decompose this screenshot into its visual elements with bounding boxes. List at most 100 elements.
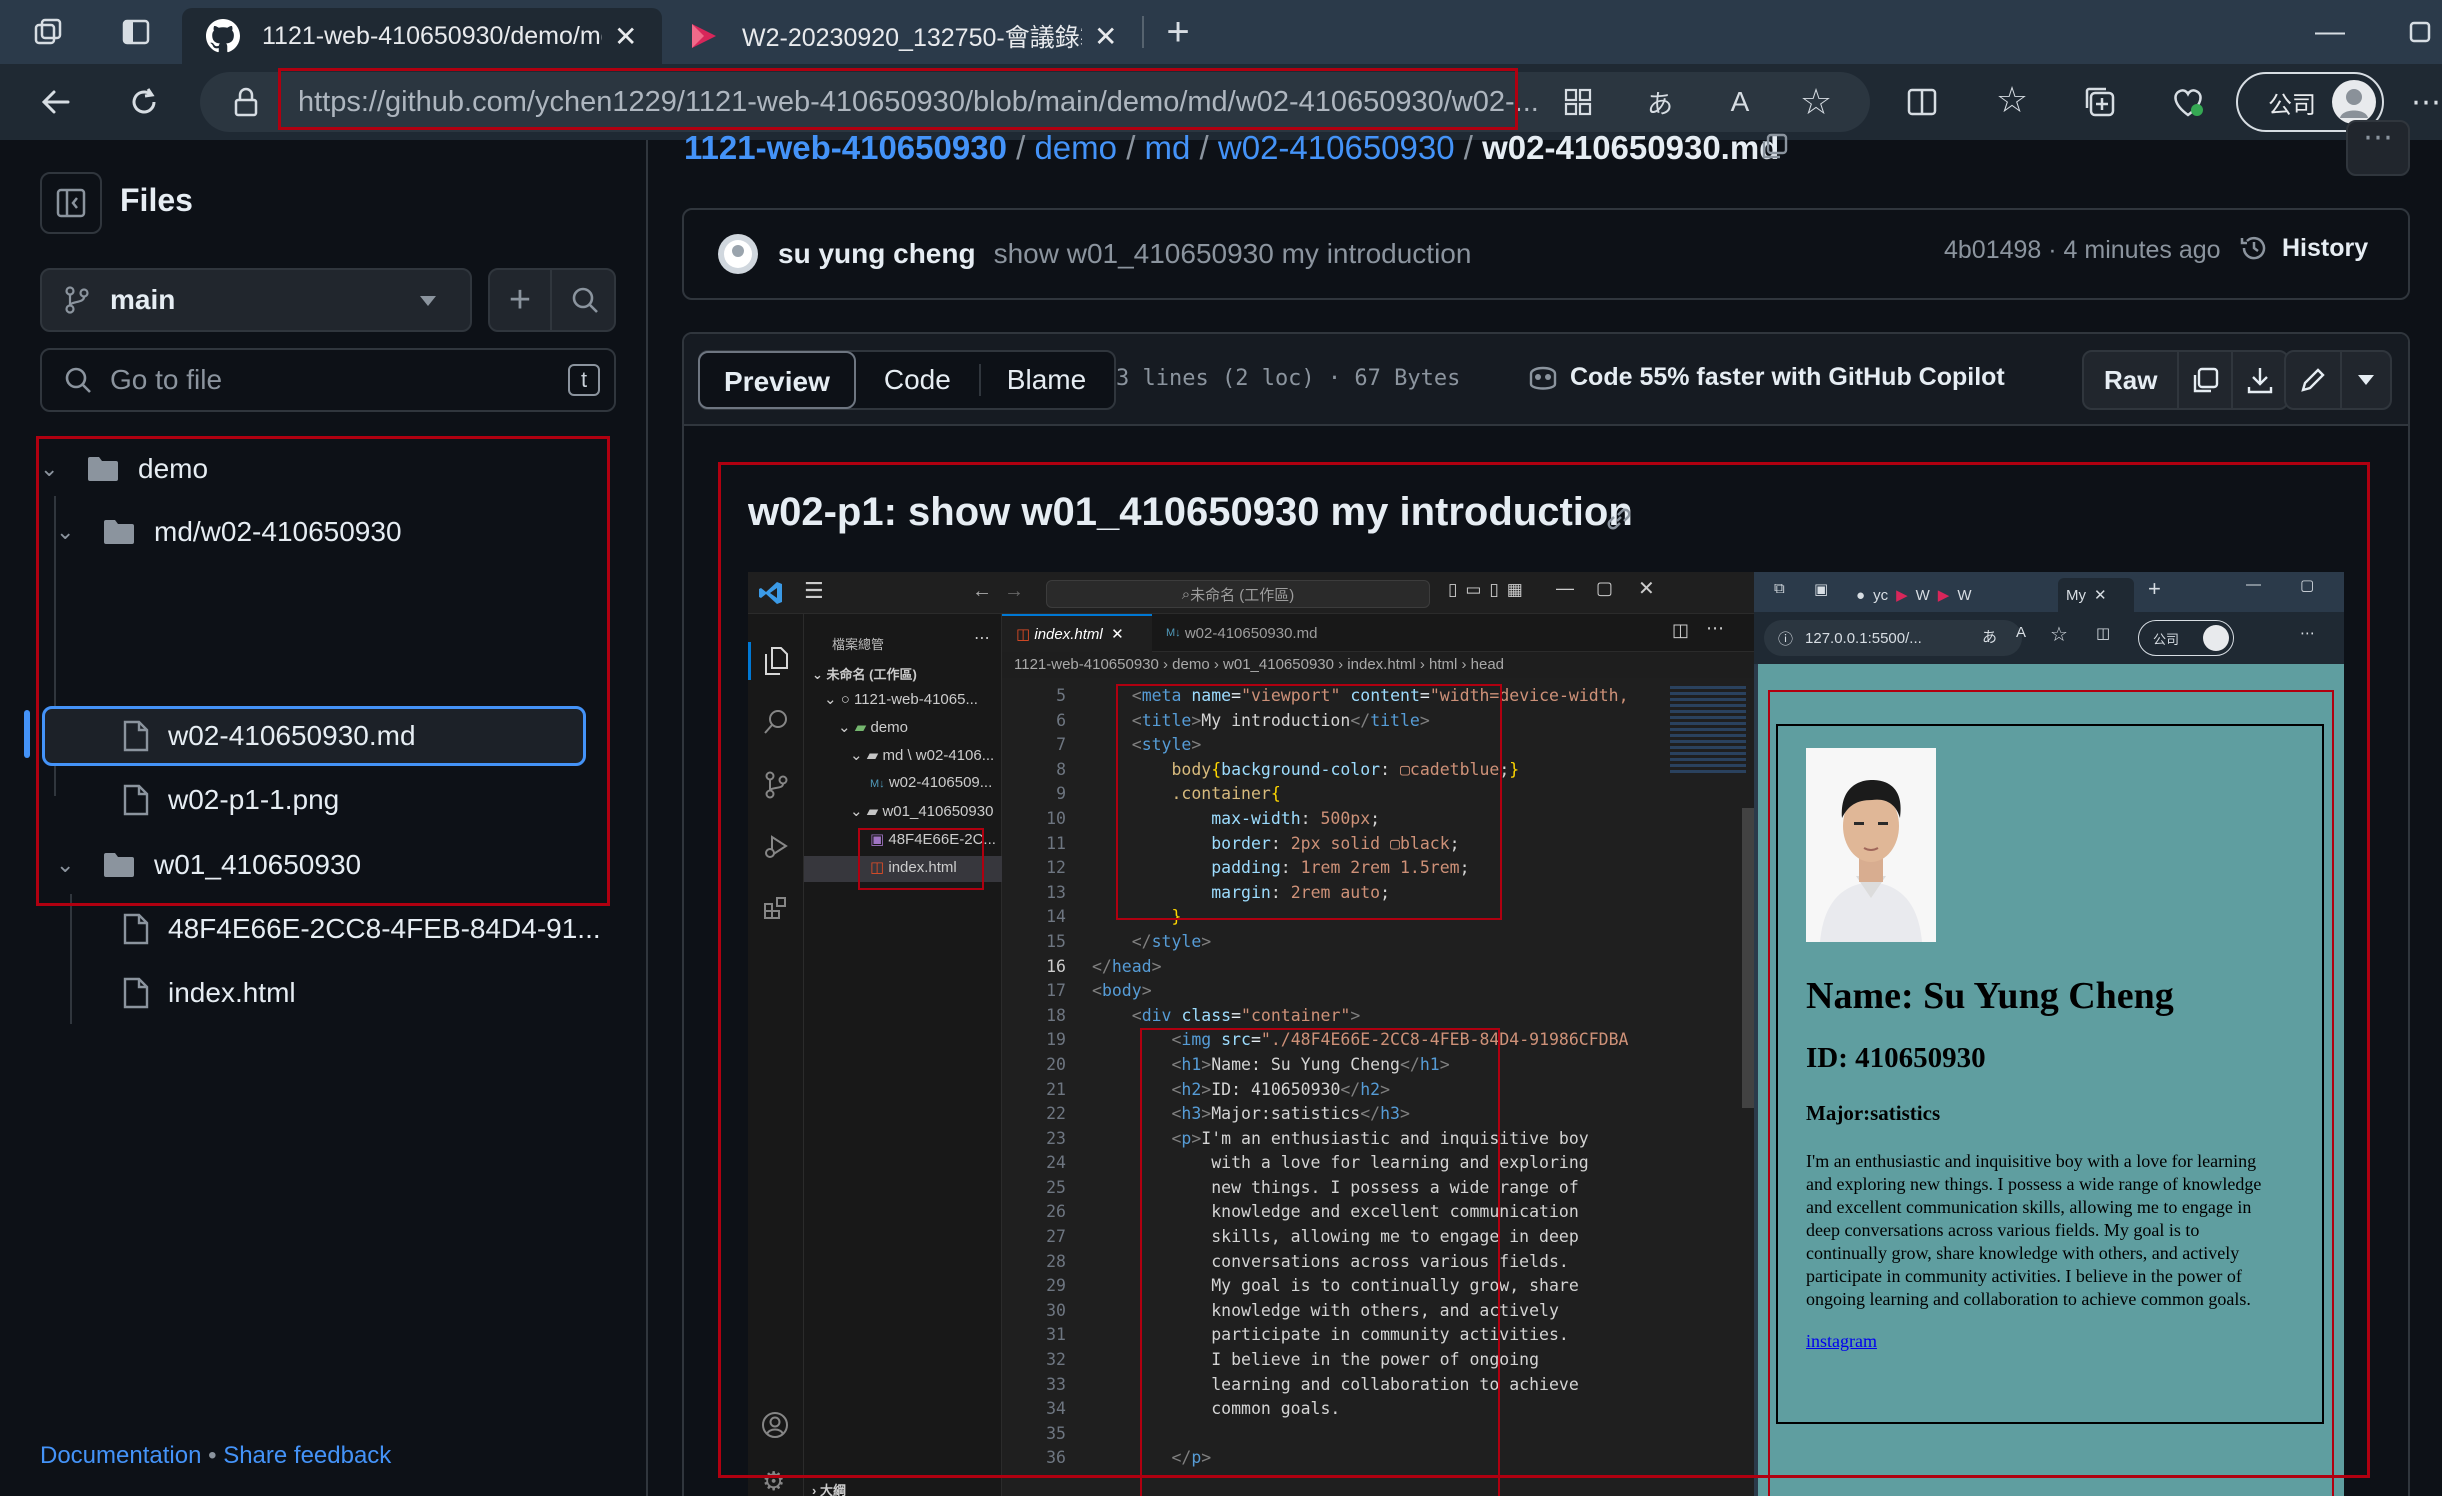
outline-section[interactable]: › 大綱 <box>812 1480 846 1496</box>
tab-actions-icon[interactable]: ▣ <box>1814 580 1828 598</box>
commit-message[interactable]: show w01_410650930 my introduction <box>994 238 1472 270</box>
code-line[interactable]: 32 I believe in the power of ongoing <box>1002 1348 1662 1373</box>
code-line[interactable]: 35 <box>1002 1422 1662 1447</box>
vs-tree-row[interactable]: M↓ w02-4106509... <box>870 774 992 791</box>
hamburger-menu-icon[interactable]: ☰ <box>804 578 824 604</box>
code-line[interactable]: 22 <h3>Major:satistics</h3> <box>1002 1102 1662 1127</box>
code-line[interactable]: 33 learning and collaboration to achieve <box>1002 1373 1662 1398</box>
copy-path-icon[interactable] <box>1756 128 1792 164</box>
minimize-icon[interactable]: — <box>1556 578 1574 599</box>
editor-more-icon[interactable]: ⋯ <box>1706 618 1724 639</box>
url-text[interactable]: https://github.com/ychen1229/1121-web-41… <box>298 82 1728 122</box>
search-icon[interactable] <box>762 708 790 736</box>
commit-author[interactable]: su yung cheng <box>778 238 976 270</box>
tree-item-image-file[interactable]: 48F4E66E-2CC8-4FEB-84D4-91... <box>122 901 601 957</box>
tree-item-md-folder[interactable]: ⌄ md/w02-410650930 <box>56 504 402 560</box>
code-line[interactable]: 25 new things. I possess a wide range of <box>1002 1176 1662 1201</box>
more-menu-icon[interactable]: ⋯ <box>2300 624 2315 642</box>
vs-tree-row[interactable]: ⌄ ▰ w01_410650930 <box>850 802 993 820</box>
breadcrumb-folder[interactable]: w02-410650930 <box>1218 129 1455 166</box>
code-line[interactable]: 8 body{background-color: ▢cadetblue;} <box>1002 758 1662 783</box>
editor-breadcrumb[interactable]: 1121-web-410650930 › demo › w01_41065093… <box>1014 656 1504 673</box>
code-line[interactable]: 12 padding: 1rem 2rem 1.5rem; <box>1002 856 1662 881</box>
code-editor[interactable]: 5 <meta name="viewport" content="width=d… <box>1002 678 1662 1496</box>
code-line[interactable]: 7 <style> <box>1002 733 1662 758</box>
code-line[interactable]: 6 <title>My introduction</title> <box>1002 709 1662 734</box>
run-debug-icon[interactable] <box>762 832 790 860</box>
back-icon[interactable] <box>34 80 78 124</box>
new-tab-icon[interactable]: + <box>1158 10 1198 54</box>
code-line[interactable]: 16 </head> <box>1002 955 1662 980</box>
tree-item-index-html[interactable]: index.html <box>122 965 296 1021</box>
more-menu-icon[interactable]: ⋯ <box>2410 82 2442 122</box>
breadcrumb-md[interactable]: md <box>1145 129 1191 166</box>
browser-essentials-icon[interactable] <box>2168 82 2208 122</box>
avatar[interactable] <box>718 234 758 274</box>
split-editor-icon[interactable]: ◫ <box>1672 620 1689 641</box>
breadcrumb-demo[interactable]: demo <box>1034 129 1117 166</box>
command-center[interactable]: ⌕ 未命名 (工作區) <box>1046 580 1430 608</box>
tree-item-demo[interactable]: ⌄ demo <box>40 441 208 497</box>
source-control-icon[interactable] <box>762 770 790 800</box>
code-line[interactable]: 17 <body> <box>1002 979 1662 1004</box>
tree-item-w01-folder[interactable]: ⌄ w01_410650930 <box>56 837 361 893</box>
code-line[interactable]: 30 knowledge with others, and actively <box>1002 1299 1662 1324</box>
lock-icon[interactable] <box>230 86 262 118</box>
code-line[interactable]: 34 common goals. <box>1002 1397 1662 1422</box>
split-screen-icon[interactable] <box>1902 82 1942 122</box>
browser-tab-github[interactable]: 1121-web-410650930/demo/md ✕ <box>182 8 662 64</box>
maximize-icon[interactable]: ▢ <box>2300 576 2314 594</box>
code-line[interactable]: 23 <p>I'm an enthusiastic and inquisitiv… <box>1002 1127 1662 1152</box>
code-line[interactable]: 11 border: 2px solid ▢black; <box>1002 832 1662 857</box>
code-line[interactable]: 36 </p> <box>1002 1446 1662 1471</box>
code-line[interactable]: 9 .container{ <box>1002 782 1662 807</box>
code-line[interactable]: 5 <meta name="viewport" content="width=d… <box>1002 684 1662 709</box>
tab-actions-icon[interactable] <box>116 14 156 50</box>
code-line[interactable]: 10 max-width: 500px; <box>1002 807 1662 832</box>
apps-icon[interactable] <box>1560 84 1596 120</box>
maximize-icon[interactable]: ▢ <box>1596 578 1613 599</box>
scrollbar-thumb[interactable] <box>1742 808 1754 1108</box>
preview-tabs[interactable]: ● yc ▶ W ▶ W <box>1856 578 2056 612</box>
vs-tree-row[interactable]: ⌄ ○ 1121-web-41065... <box>824 690 978 708</box>
collections-icon[interactable] <box>2080 82 2120 122</box>
workspaces-icon[interactable] <box>28 14 68 50</box>
add-file-button[interactable]: + <box>490 270 552 330</box>
code-line[interactable]: 19 <img src="./48F4E66E-2CC8-4FEB-84D4-9… <box>1002 1028 1662 1053</box>
go-to-file-input[interactable]: Go to file t <box>40 348 616 412</box>
split-screen-icon[interactable]: ◫ <box>2096 624 2110 642</box>
address-bar[interactable]: https://github.com/ychen1229/1121-web-41… <box>200 72 1870 132</box>
code-line[interactable]: 27 skills, allowing me to engage in deep <box>1002 1225 1662 1250</box>
code-line[interactable]: 14 } <box>1002 905 1662 930</box>
tree-item-png[interactable]: w02-p1-1.png <box>122 772 339 828</box>
extensions-icon[interactable] <box>762 894 790 922</box>
code-line[interactable]: 24 with a love for learning and explorin… <box>1002 1151 1662 1176</box>
code-line[interactable]: 29 My goal is to continually grow, share <box>1002 1274 1662 1299</box>
browser-tab-recording[interactable]: W2-20230920_132750-會議錄製 ✕ <box>664 8 1144 64</box>
raw-button[interactable]: Raw <box>2084 352 2180 408</box>
vs-tree-row[interactable]: ⌄ ▰ md \ w02-4106... <box>850 746 994 764</box>
translate-icon[interactable]: あ <box>1640 84 1680 120</box>
collapse-sidebar-button[interactable] <box>40 172 102 234</box>
code-line[interactable]: 15 </style> <box>1002 930 1662 955</box>
workspace-root[interactable]: ⌄ 未命名 (工作區) <box>812 664 917 683</box>
layout-toggle-icons[interactable]: ▯▭▯▦ <box>1448 580 1531 600</box>
editor-tab-index[interactable]: ◫ index.html ✕ <box>1002 614 1152 652</box>
vs-tree-row[interactable]: ▣ 48F4E66E-2C... <box>870 830 996 848</box>
favorites-icon[interactable]: ☆ <box>1992 79 2032 120</box>
close-icon[interactable]: ✕ <box>2094 586 2107 604</box>
code-line[interactable]: 26 knowledge and excellent communication <box>1002 1200 1662 1225</box>
tab-preview[interactable]: Preview <box>698 351 856 409</box>
account-icon[interactable] <box>760 1410 790 1440</box>
documentation-link[interactable]: Documentation <box>40 1442 201 1469</box>
preview-active-tab[interactable]: My ✕ <box>2058 578 2134 612</box>
edit-dropdown-button[interactable] <box>2342 352 2390 408</box>
close-tab-icon[interactable]: ✕ <box>1094 20 1117 53</box>
favorite-star-icon[interactable]: ☆ <box>2050 622 2068 647</box>
breadcrumb-repo[interactable]: 1121-web-410650930 <box>684 129 1007 166</box>
tab-code[interactable]: Code <box>856 364 979 396</box>
refresh-icon[interactable] <box>122 80 166 124</box>
tree-item-w02-md[interactable]: w02-410650930.md <box>122 708 416 764</box>
maximize-icon[interactable] <box>2400 14 2440 50</box>
minimize-icon[interactable]: — <box>2246 576 2261 593</box>
